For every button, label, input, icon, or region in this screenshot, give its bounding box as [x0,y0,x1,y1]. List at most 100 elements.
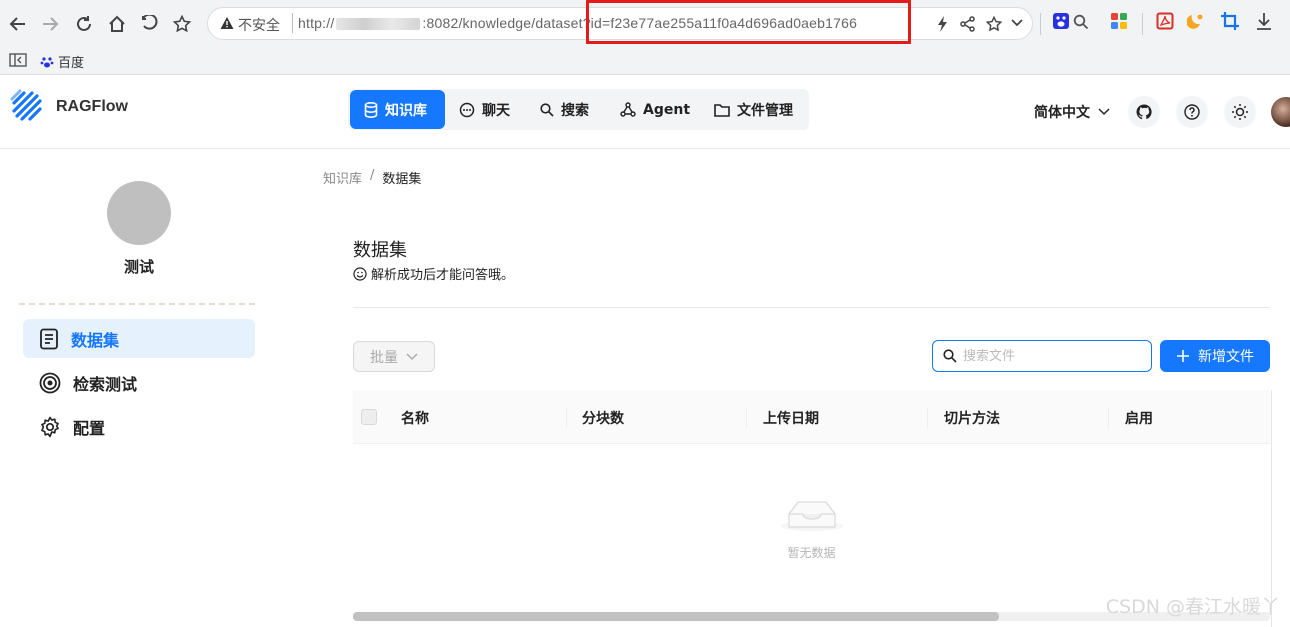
table-header: 名称 分块数 上传日期 切片方法 启用 [353,390,1270,444]
plus-icon [1176,349,1190,363]
database-icon [364,101,378,118]
tab-knowledge-base[interactable]: 知识库 [350,90,445,129]
folder-icon [714,103,730,117]
main-nav: 知识库 聊天 搜索 Agent 文件管理 [348,89,809,130]
tab-label: 知识库 [385,102,427,119]
sidebar-item-label: 配置 [73,418,106,438]
search-icon [540,102,554,117]
security-label[interactable]: 不安全 [238,15,280,35]
share-icon[interactable] [960,16,976,32]
smile-icon [353,266,367,281]
sidebar-item-config[interactable]: 配置 [23,407,255,446]
column-header-enabled[interactable]: 启用 [1125,408,1153,428]
blurred-host [336,18,421,31]
tab-label: 搜索 [561,102,589,119]
sidebar-item-label: 数据集 [71,330,120,350]
page-description: 解析成功后才能问答哦。 [353,264,514,283]
breadcrumb-separator: / [370,168,375,183]
description-text: 解析成功后才能问答哦。 [371,268,515,283]
reload-icon[interactable] [69,9,99,39]
column-header-name[interactable]: 名称 [401,408,429,428]
address-divider [292,13,293,33]
search-icon [943,349,957,363]
sidebar-divider [19,303,255,305]
batch-label: 批量 [370,349,398,366]
help-icon[interactable] [1176,96,1208,128]
column-divider [566,407,567,428]
add-file-button[interactable]: 新增文件 [1160,340,1270,372]
batch-button[interactable]: 批量 [353,341,435,372]
warning-icon [220,16,234,30]
tab-file-management[interactable]: 文件管理 [700,90,807,129]
tab-label: 聊天 [482,102,510,119]
crop-icon[interactable] [1221,12,1239,30]
toolbar-divider [1142,13,1143,35]
pdf-icon[interactable] [1156,12,1174,30]
apps-grid-icon[interactable] [1110,12,1128,30]
kb-name: 测试 [123,258,154,276]
add-file-label: 新增文件 [1198,349,1254,365]
column-header-upload-date[interactable]: 上传日期 [763,408,819,428]
tab-agent[interactable]: Agent [606,90,704,129]
chevron-down-icon[interactable] [1011,18,1023,28]
undo-icon[interactable] [135,9,165,39]
sidebar-item-dataset[interactable]: 数据集 [23,319,255,358]
document-icon [39,328,59,350]
url-prefix: http:// [298,15,335,31]
sidebar-item-retrieval-test[interactable]: 检索测试 [23,363,255,402]
language-label: 简体中文 [1034,105,1090,121]
download-icon[interactable] [1255,12,1273,30]
chat-bubble-icon [459,102,475,118]
home-icon[interactable] [102,9,132,39]
chevron-down-icon [1098,108,1110,116]
back-icon[interactable] [3,9,33,39]
empty-state-text: 暂无数据 [787,546,836,560]
bookmark-label: 百度 [58,56,85,71]
url-highlight-box [586,0,911,44]
tab-search[interactable]: 搜索 [526,90,603,129]
chevron-down-icon [406,352,418,361]
forward-icon[interactable] [35,9,65,39]
sidebar-toggle-icon[interactable] [9,53,27,67]
sidebar-item-label: 检索测试 [73,374,138,394]
header-divider [353,307,1270,308]
app-header: RAGFlow 知识库 聊天 搜索 Agent 文件管理 简体中文 [0,75,1290,149]
github-icon[interactable] [1128,96,1160,128]
lightning-icon[interactable] [936,16,950,32]
baidu-paw-icon [40,55,54,69]
bookmarks-bar: 百度 [0,48,1290,75]
column-divider [746,407,747,428]
empty-inbox-icon [779,490,845,534]
app-logo-text[interactable]: RAGFlow [56,98,128,116]
search-input[interactable] [963,348,1143,364]
baidu-paw-icon[interactable] [1052,12,1070,30]
search-box[interactable] [932,340,1152,372]
select-all-checkbox[interactable] [361,409,377,425]
breadcrumb: 知识库 / 数据集 [323,168,421,187]
tab-chat[interactable]: 聊天 [445,90,524,129]
kb-avatar [107,181,171,245]
column-divider [927,407,928,428]
search-icon[interactable] [1073,14,1089,30]
column-header-chunk-method[interactable]: 切片方法 [944,408,1000,428]
ragflow-logo-icon[interactable] [10,89,46,125]
language-select[interactable]: 简体中文 [1034,102,1110,122]
scrollbar-thumb[interactable] [353,612,999,621]
column-header-chunks[interactable]: 分块数 [582,408,624,428]
bookmark-star-icon[interactable] [167,9,197,39]
user-avatar[interactable] [1271,97,1290,127]
target-icon [39,372,61,394]
breadcrumb-knowledge-base[interactable]: 知识库 [323,168,362,187]
page-title: 数据集 [353,240,407,261]
moon-icon[interactable] [1187,12,1205,30]
breadcrumb-current: 数据集 [382,172,422,187]
toolbar-divider [1040,13,1041,35]
browser-toolbar: 不安全 http://:8082/knowledge/dataset?id=f2… [0,0,1290,48]
watermark: CSDN @春江水暖丫 [1105,596,1280,618]
bookmark-baidu[interactable]: 百度 [40,52,84,71]
agent-graph-icon [620,101,636,118]
tab-label: 文件管理 [737,102,793,119]
star-icon[interactable] [986,16,1002,32]
tab-label: Agent [643,101,691,118]
theme-sun-icon[interactable] [1224,96,1256,128]
